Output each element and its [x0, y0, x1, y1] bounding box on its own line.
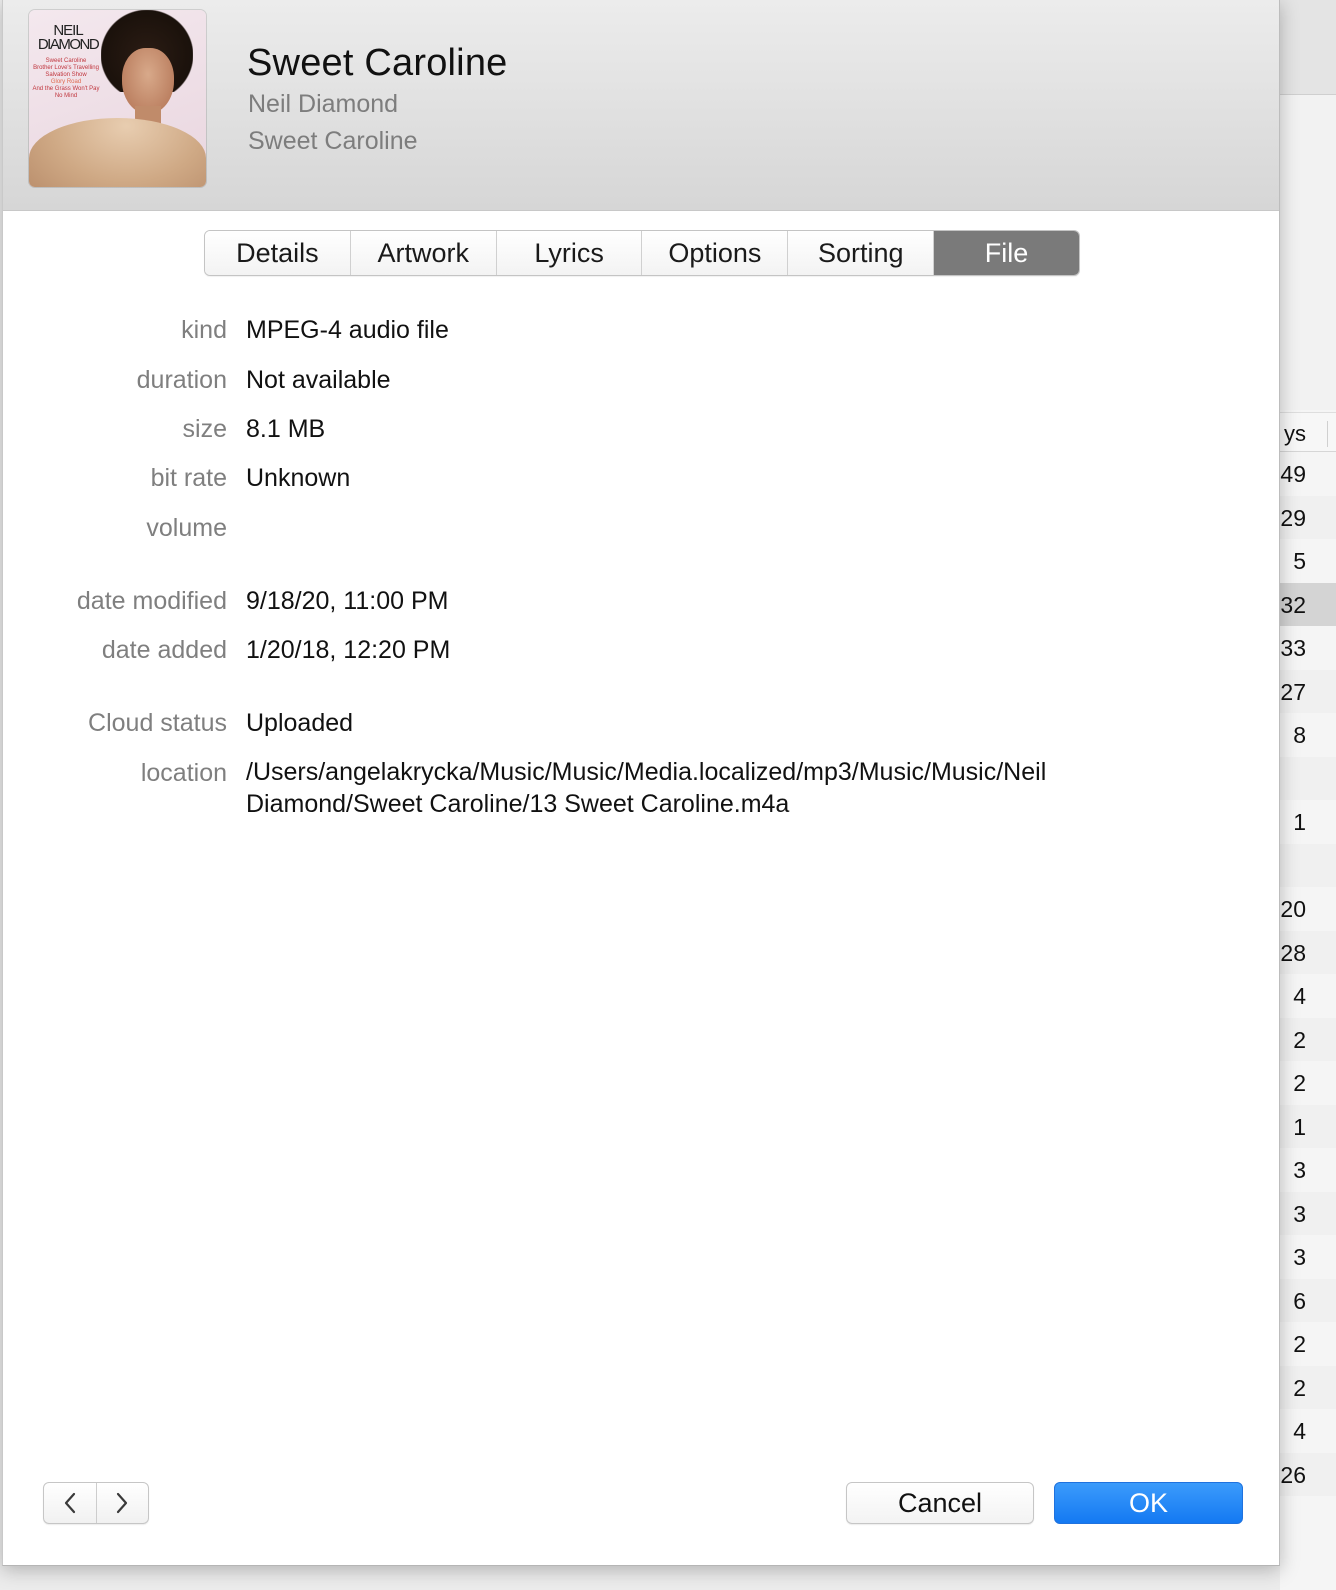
list-row[interactable] — [1280, 843, 1336, 887]
list-row[interactable]: 3 — [1280, 1235, 1336, 1279]
artwork-title: NEIL DIAMOND — [33, 23, 103, 53]
bit-rate-label: bit rate — [150, 464, 227, 492]
date-modified-value: 9/18/20, 11:00 PM — [246, 587, 449, 615]
track-artist: Neil Diamond — [248, 90, 399, 118]
list-row[interactable]: 5 — [1280, 539, 1336, 583]
cloud-status-label: Cloud status — [88, 709, 227, 737]
artwork-title-line2: DIAMOND — [37, 36, 100, 53]
chevron-left-icon — [64, 1492, 75, 1514]
list-row[interactable]: 2 — [1280, 1365, 1336, 1409]
tab-lyrics[interactable]: Lyrics — [496, 231, 643, 275]
cloud-status-value: Uploaded — [246, 709, 354, 737]
list-row[interactable]: 1 — [1280, 1104, 1336, 1148]
cancel-button[interactable]: Cancel — [846, 1482, 1034, 1524]
column-header-label: ys — [1284, 421, 1306, 446]
list-row[interactable] — [1280, 756, 1336, 800]
kind-value: MPEG-4 audio file — [246, 316, 449, 344]
list-row[interactable]: 3 — [1280, 1191, 1336, 1235]
song-info-sheet: NEIL DIAMOND Sweet Caroline Brother Love… — [2, 0, 1280, 1566]
list-row[interactable]: 26 — [1280, 1452, 1336, 1496]
previous-button[interactable] — [44, 1483, 97, 1523]
artwork-face — [122, 48, 174, 114]
list-row[interactable]: 8 — [1280, 713, 1336, 757]
list-row[interactable]: 28 — [1280, 930, 1336, 974]
ok-button[interactable]: OK — [1054, 1482, 1243, 1524]
prev-next-group — [43, 1482, 149, 1524]
album-artwork[interactable]: NEIL DIAMOND Sweet Caroline Brother Love… — [29, 10, 206, 187]
list-row[interactable]: 32 — [1280, 582, 1336, 626]
list-row[interactable]: 6 — [1280, 1278, 1336, 1322]
list-row[interactable]: 20 — [1280, 887, 1336, 931]
artwork-track: Salvation Show — [45, 72, 87, 78]
list-row[interactable]: 2 — [1280, 1322, 1336, 1366]
sheet-header: NEIL DIAMOND Sweet Caroline Brother Love… — [3, 0, 1279, 211]
size-label: size — [182, 415, 227, 443]
track-album: Sweet Caroline — [248, 127, 418, 155]
artwork-track: No Mind — [54, 93, 78, 99]
list-row[interactable]: 4 — [1280, 1409, 1336, 1453]
location-value[interactable]: /Users/angelakrycka/Music/Music/Media.lo… — [246, 756, 1146, 820]
date-added-value: 1/20/18, 12:20 PM — [246, 636, 451, 664]
duration-value: Not available — [246, 366, 391, 394]
date-modified-label: date modified — [76, 587, 227, 615]
list-row[interactable]: 27 — [1280, 669, 1336, 713]
artwork-shirt — [29, 118, 206, 187]
list-row[interactable]: 33 — [1280, 626, 1336, 670]
artwork-track: Sweet Caroline — [45, 58, 87, 64]
background-list: 49 29 5 32 33 27 8 1 20 28 4 2 2 1 3 3 3… — [1280, 452, 1336, 1496]
tab-details[interactable]: Details — [205, 231, 351, 275]
background-column-header[interactable]: ys — [1280, 412, 1336, 452]
list-row[interactable]: 4 — [1280, 974, 1336, 1018]
bit-rate-value: Unknown — [246, 464, 351, 492]
volume-label: volume — [146, 514, 227, 542]
kind-label: kind — [181, 316, 227, 344]
tab-sorting[interactable]: Sorting — [788, 231, 935, 275]
tab-file[interactable]: File — [934, 231, 1079, 275]
tab-artwork[interactable]: Artwork — [350, 231, 497, 275]
list-row[interactable]: 1 — [1280, 800, 1336, 844]
background-window: ys 49 29 5 32 33 27 8 1 20 28 4 2 2 1 3 … — [1280, 0, 1336, 1590]
artwork-track: Brother Love's Travelling — [33, 65, 99, 71]
duration-label: duration — [136, 366, 227, 394]
list-row[interactable]: 2 — [1280, 1017, 1336, 1061]
list-row[interactable]: 29 — [1280, 495, 1336, 539]
artwork-track: And the Grass Won't Pay — [32, 86, 100, 92]
artwork-track: Glory Road — [50, 79, 82, 85]
location-label: location — [140, 759, 227, 787]
list-row[interactable]: 49 — [1280, 452, 1336, 496]
track-title: Sweet Caroline — [247, 42, 508, 84]
info-tabs: Details Artwork Lyrics Options Sorting F… — [204, 230, 1080, 276]
background-area — [1280, 95, 1336, 410]
artwork-tracklist: Sweet Caroline Brother Love's Travelling… — [31, 58, 101, 100]
list-row[interactable]: 3 — [1280, 1148, 1336, 1192]
date-added-label: date added — [101, 636, 227, 664]
background-toolbar — [1280, 0, 1336, 95]
chevron-right-icon — [117, 1492, 128, 1514]
tab-options[interactable]: Options — [642, 231, 789, 275]
size-value: 8.1 MB — [246, 415, 326, 443]
next-button[interactable] — [97, 1483, 149, 1523]
list-row[interactable]: 2 — [1280, 1061, 1336, 1105]
